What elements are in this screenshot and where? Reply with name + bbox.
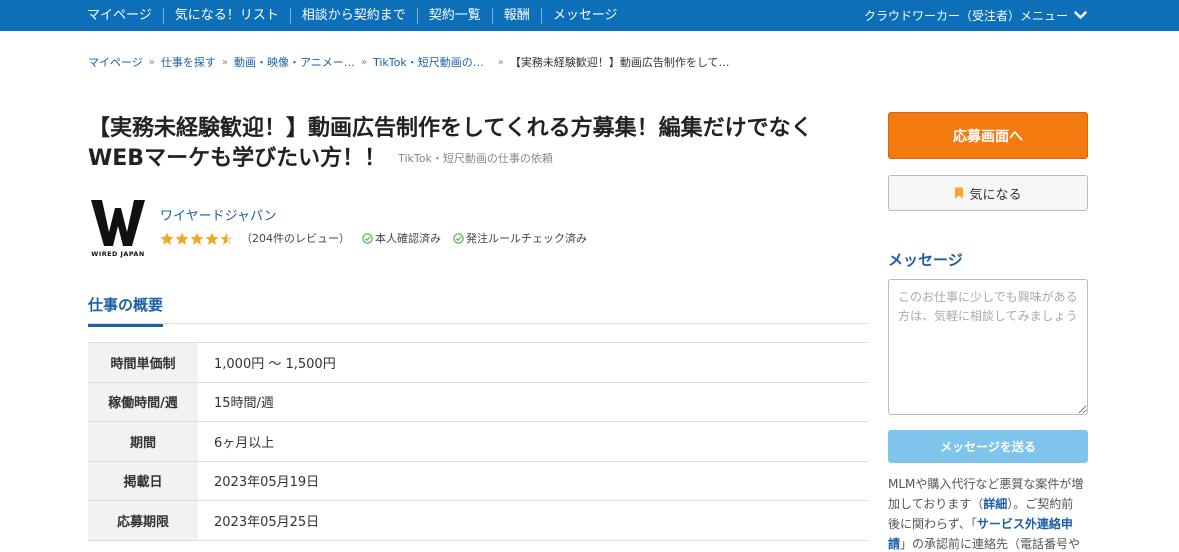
breadcrumb-separator: » — [221, 56, 229, 68]
row-label-deadline: 応募期限 — [88, 500, 198, 540]
table-row: 稼働時間/週 15時間/週 — [88, 382, 868, 422]
breadcrumb-separator: » — [148, 56, 155, 68]
breadcrumb-find-jobs[interactable]: 仕事を探す — [161, 54, 216, 70]
nav-item-consult-to-contract[interactable]: 相談から契約まで — [289, 7, 417, 24]
review-count-link[interactable]: （204件のレビュー） — [241, 230, 350, 246]
row-label-posted-date: 掲載日 — [88, 461, 198, 501]
identity-verified-badge: 本人確認済み — [362, 230, 441, 246]
row-label-hourly-rate: 時間単価制 — [88, 342, 198, 382]
table-row: 応募期限 2023年05月25日 — [88, 500, 868, 540]
rating-stars — [160, 232, 235, 245]
section-divider — [88, 323, 868, 324]
client-name-link[interactable]: ワイヤードジャパン — [160, 205, 277, 224]
message-input[interactable] — [888, 279, 1088, 415]
row-value-weekly-hours: 15時間/週 — [214, 396, 274, 412]
table-row: 掲載日 2023年05月19日 — [88, 461, 868, 501]
row-value-deadline: 2023年05月25日 — [214, 514, 320, 530]
fraud-notice: MLMや購入代行など悪質な案件が増加しております（詳細）。ご契約前後に関わらず、… — [888, 474, 1084, 552]
rule-checked-label: 発注ルールチェック済み — [466, 232, 587, 245]
nav-item-messages[interactable]: メッセージ — [540, 7, 629, 24]
worker-menu-label: クラウドワーカー（受注者）メニュー — [863, 9, 1068, 23]
job-category-link[interactable]: TikTok・短尺動画の仕事の依頼 — [398, 152, 553, 165]
identity-verified-label: 本人確認済み — [375, 232, 441, 245]
breadcrumb-mypage[interactable]: マイページ — [88, 54, 143, 70]
message-heading: メッセージ — [888, 251, 963, 269]
breadcrumb-video-category[interactable]: 動画・映像・アニメー… — [234, 54, 355, 70]
top-navigation: マイページ 気になる！リスト 相談から契約まで 契約一覧 報酬 メッセージ クラ… — [0, 0, 1179, 31]
chevron-down-icon — [1074, 11, 1087, 19]
row-value-hourly-rate: 1,000円 〜 1,500円 — [214, 356, 336, 372]
favorite-button[interactable]: 気になる — [888, 175, 1088, 211]
notice-text-3: 」の承認前に連絡先（電話番号や — [900, 537, 1081, 551]
table-row: 時間単価制 1,000円 〜 1,500円 — [88, 342, 868, 382]
worker-menu-toggle[interactable]: クラウドワーカー（受注者）メニュー — [864, 0, 1087, 31]
nav-items: マイページ 気になる！リスト 相談から契約まで 契約一覧 報酬 メッセージ — [76, 0, 629, 31]
breadcrumb: マイページ » 仕事を探す » 動画・映像・アニメー… » TikTok・短尺動… — [88, 54, 730, 70]
rule-checked-badge: 発注ルールチェック済み — [453, 230, 587, 246]
client-meta: （204件のレビュー） 本人確認済み 発注ルールチェック済み — [160, 230, 587, 246]
breadcrumb-separator: » — [497, 56, 504, 68]
breadcrumb-separator: » — [360, 56, 367, 68]
breadcrumb-tiktok-category[interactable]: TikTok・短尺動画の… — [373, 54, 484, 70]
row-value-posted-date: 2023年05月19日 — [214, 475, 320, 491]
row-value-duration: 6ヶ月以上 — [214, 435, 275, 451]
client-logo[interactable]: WIRED JAPAN — [88, 196, 148, 258]
job-overview-table: 時間単価制 1,000円 〜 1,500円 稼働時間/週 15時間/週 期間 6… — [88, 342, 868, 541]
check-circle-icon — [453, 232, 464, 244]
star-icon — [175, 232, 189, 245]
nav-item-mypage[interactable]: マイページ — [76, 8, 163, 24]
client-logo-text: WIRED JAPAN — [91, 250, 144, 258]
favorite-label: 気になる — [969, 187, 1022, 203]
star-icon — [220, 232, 234, 245]
row-label-duration: 期間 — [88, 421, 198, 461]
star-icon — [205, 232, 219, 245]
job-title-block: 【実務未経験歓迎！】動画広告制作をしてくれる方募集！編集だけでなくWEBマーケも… — [88, 114, 868, 174]
apply-button[interactable]: 応募画面へ — [888, 112, 1088, 159]
row-label-weekly-hours: 稼働時間/週 — [88, 382, 198, 422]
send-message-button[interactable]: メッセージを送る — [888, 430, 1088, 463]
bookmark-icon — [955, 187, 964, 199]
table-row: 期間 6ヶ月以上 — [88, 421, 868, 461]
notice-details-link[interactable]: 詳細 — [983, 497, 1007, 511]
nav-item-contracts[interactable]: 契約一覧 — [416, 7, 492, 24]
check-circle-icon — [362, 232, 373, 244]
star-icon — [190, 232, 204, 245]
nav-item-rewards[interactable]: 報酬 — [491, 7, 541, 24]
breadcrumb-current: 【実務未経験歓迎！】動画広告制作をして… — [509, 56, 730, 69]
star-icon — [160, 232, 174, 245]
nav-item-favorites-list[interactable]: 気になる！リスト — [162, 7, 290, 24]
